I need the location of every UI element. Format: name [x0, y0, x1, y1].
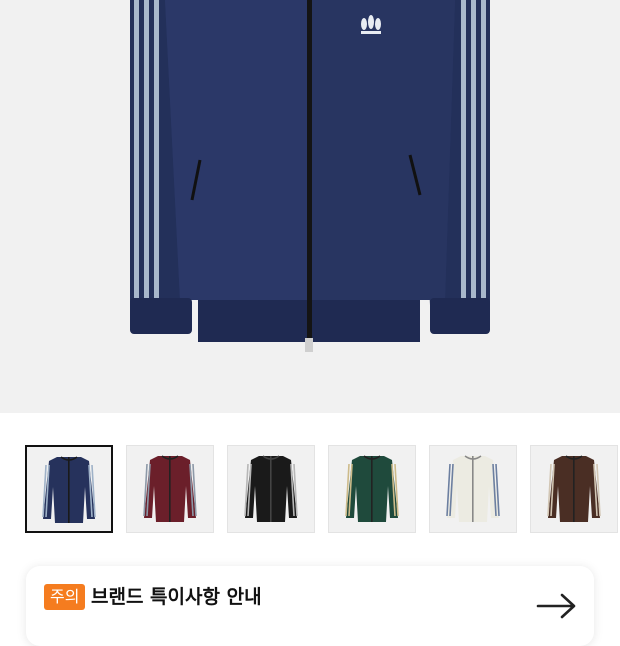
- jacket-thumbnail-image: [446, 455, 500, 522]
- notice-title: 브랜드 특이사항 안내: [91, 586, 262, 608]
- color-thumbnail-brown[interactable]: [530, 445, 618, 533]
- jacket-thumbnail-image: [42, 456, 96, 523]
- color-thumbnail-navy[interactable]: [25, 445, 113, 533]
- product-main-image: [0, 0, 620, 413]
- jacket-image: [130, 0, 490, 352]
- color-thumbnail-black[interactable]: [227, 445, 315, 533]
- jacket-thumbnail-image: [345, 455, 399, 522]
- jacket-thumbnail-image: [547, 455, 601, 522]
- brand-notice-card[interactable]: 주의 브랜드 특이사항 안내: [26, 566, 594, 646]
- color-thumbnail-dark-green[interactable]: [328, 445, 416, 533]
- jacket-thumbnail-image: [143, 455, 197, 522]
- arrow-right-icon[interactable]: [536, 592, 578, 620]
- color-thumbnail-cream[interactable]: [429, 445, 517, 533]
- jacket-thumbnail-image: [244, 455, 298, 522]
- color-thumbnail-list: [0, 445, 620, 535]
- caution-badge: 주의: [44, 584, 86, 610]
- color-thumbnail-burgundy[interactable]: [126, 445, 214, 533]
